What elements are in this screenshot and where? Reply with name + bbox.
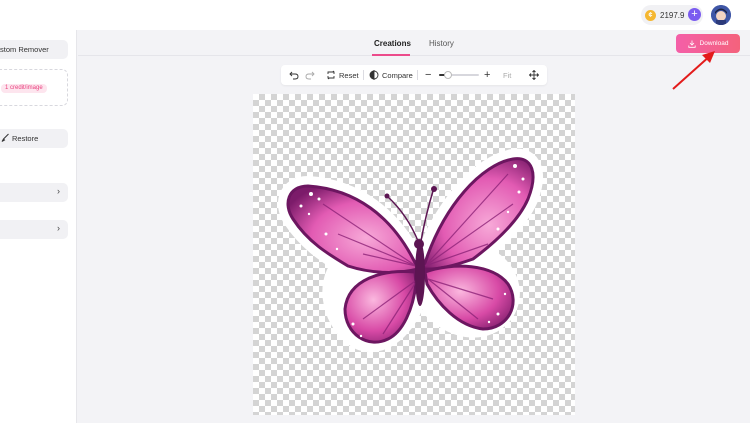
reset-label: Reset bbox=[339, 70, 359, 80]
view-tabs: Creations History bbox=[78, 30, 750, 56]
active-tab-indicator bbox=[372, 54, 410, 56]
compare-icon bbox=[369, 70, 379, 80]
left-panel: stom Remover 1 credit/image Restore › › bbox=[0, 30, 77, 423]
tab-history[interactable]: History bbox=[429, 39, 454, 48]
canvas-toolbar: Reset Compare − + Fit bbox=[281, 65, 547, 85]
redo-button[interactable] bbox=[305, 69, 315, 81]
compare-button[interactable]: Compare bbox=[369, 69, 413, 81]
expand-row-1[interactable]: › bbox=[0, 183, 68, 202]
fit-label: Fit bbox=[503, 70, 512, 80]
chevron-right-icon: › bbox=[57, 223, 60, 233]
butterfly-image bbox=[278, 148, 543, 352]
pan-button[interactable] bbox=[529, 69, 539, 81]
coin-icon: ¢ bbox=[645, 9, 656, 21]
undo-button[interactable] bbox=[289, 69, 299, 81]
redo-icon bbox=[305, 71, 315, 80]
annotation-arrow bbox=[672, 51, 715, 90]
upload-dropzone[interactable]: 1 credit/image bbox=[0, 69, 68, 106]
tab-creations[interactable]: Creations bbox=[374, 39, 411, 48]
plus-icon: + bbox=[484, 69, 491, 81]
credits-badge[interactable]: ¢ 2197.9 + bbox=[641, 5, 703, 25]
fit-button[interactable]: Fit bbox=[503, 69, 511, 81]
custom-remover-label: stom Remover bbox=[0, 45, 49, 54]
move-icon bbox=[529, 70, 539, 80]
restore-label: Restore bbox=[12, 134, 39, 143]
custom-remover-button[interactable]: stom Remover bbox=[0, 40, 68, 59]
add-credits-icon[interactable]: + bbox=[688, 8, 701, 21]
top-bar: ¢ 2197.9 + bbox=[0, 0, 750, 30]
expand-row-2[interactable]: › bbox=[0, 220, 68, 239]
brush-icon bbox=[1, 133, 9, 142]
restore-button[interactable]: Restore bbox=[0, 129, 68, 148]
zoom-slider[interactable] bbox=[439, 71, 479, 79]
credit-balance: 2197.9 bbox=[660, 10, 685, 20]
toolbar-divider bbox=[417, 70, 418, 80]
image-canvas[interactable] bbox=[253, 94, 575, 415]
credit-cost-tag: 1 credit/image bbox=[1, 84, 47, 93]
zoom-out-button[interactable]: − bbox=[425, 69, 431, 81]
undo-icon bbox=[289, 71, 299, 80]
chevron-right-icon: › bbox=[57, 186, 60, 196]
reset-icon bbox=[327, 70, 335, 80]
zoom-in-button[interactable]: + bbox=[484, 69, 490, 81]
reset-button[interactable]: Reset bbox=[326, 69, 359, 81]
minus-icon: − bbox=[425, 69, 432, 81]
avatar[interactable] bbox=[711, 5, 731, 25]
avatar-icon bbox=[711, 5, 731, 25]
toolbar-divider bbox=[363, 70, 364, 80]
zoom-slider-knob[interactable] bbox=[443, 71, 452, 79]
compare-label: Compare bbox=[382, 70, 413, 80]
